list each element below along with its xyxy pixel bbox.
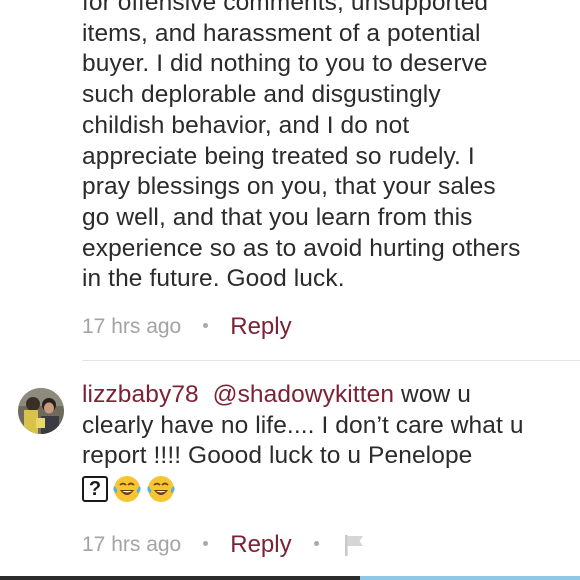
user-avatar[interactable] xyxy=(18,388,64,434)
comment-line: childish behavior, and I do not xyxy=(82,111,410,139)
comment-timestamp: 17 hrs ago xyxy=(82,533,182,556)
comment-line: report !!!! Goood luck to u Penelope xyxy=(82,442,473,470)
comment-divider xyxy=(82,360,580,361)
comment-meta-first: 17 hrs ago Reply xyxy=(82,312,292,342)
comments-screen: for offensive comments, unsupported item… xyxy=(0,0,580,580)
unknown-glyph-box: ? xyxy=(82,476,108,503)
flag-icon-svg xyxy=(344,535,363,556)
comment-timestamp: 17 hrs ago xyxy=(82,315,182,338)
reply-button[interactable]: Reply xyxy=(230,313,291,341)
comment-line: experience so as to avoid hurting others xyxy=(82,234,521,262)
mention-link[interactable]: @shadowykitten xyxy=(213,381,395,408)
comment-text-fragment: wow u xyxy=(394,381,471,408)
comment-body-first: for offensive comments, unsupported item… xyxy=(82,0,572,295)
emoji-row: ? xyxy=(82,474,572,505)
comment-line: in the future. Good luck. xyxy=(82,265,345,293)
comment-line: such deplorable and disgustingly xyxy=(82,81,441,109)
avatar-image xyxy=(18,388,64,434)
comment-body-second: lizzbaby78 @shadowykitten wow u clearly … xyxy=(82,380,572,505)
flag-icon[interactable] xyxy=(341,532,367,558)
comment-line: appreciate being treated so rudely. I xyxy=(82,142,475,170)
face-with-tears-of-joy-icon xyxy=(113,476,141,503)
bottom-edge-highlight xyxy=(360,576,580,580)
comment-username[interactable]: lizzbaby78 xyxy=(82,381,199,408)
comment-line: pray blessings on you, that your sales xyxy=(82,173,496,201)
separator-dot xyxy=(313,540,319,546)
comment-line: buyer. I did nothing to you to deserve xyxy=(82,50,488,78)
separator-dot xyxy=(203,322,209,328)
comment-line: clearly have no life.... I don’t care wh… xyxy=(82,411,524,439)
comment-meta-second: 17 hrs ago Reply xyxy=(82,530,367,560)
comment-line: go well, and that you learn from this xyxy=(82,203,473,231)
separator-dot xyxy=(203,540,209,546)
comment-line: items, and harassment of a potential xyxy=(82,19,481,47)
face-with-tears-of-joy-icon xyxy=(147,476,175,503)
comment-line: lizzbaby78 @shadowykitten wow u xyxy=(82,380,572,411)
comment-line: for offensive comments, unsupported xyxy=(82,0,489,16)
reply-button[interactable]: Reply xyxy=(230,531,291,559)
